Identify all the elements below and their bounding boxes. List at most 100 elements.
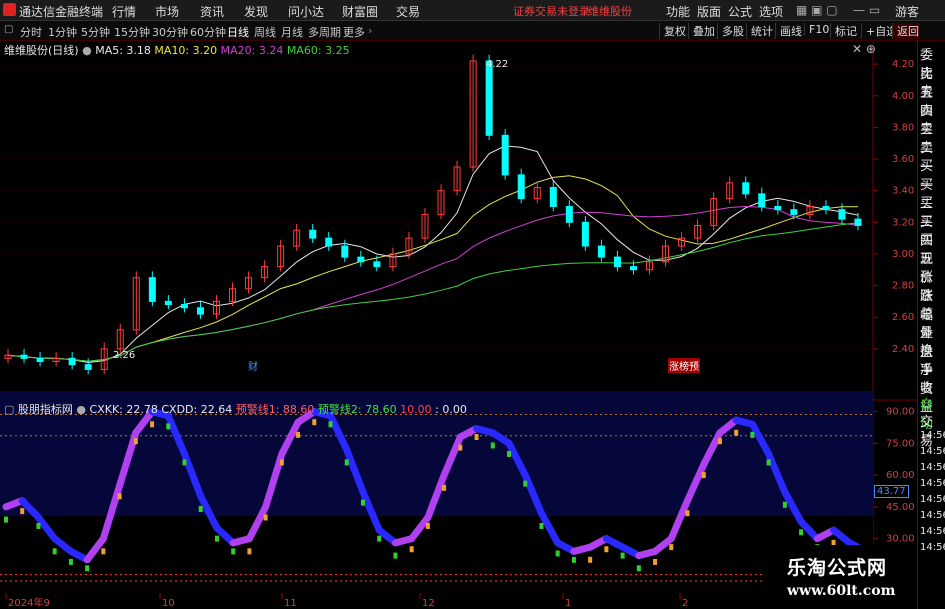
period-daily[interactable]: 日线 — [227, 24, 249, 40]
guest-label[interactable]: 游客 — [895, 3, 919, 20]
step-mark-up — [458, 444, 463, 451]
step-mark-down — [782, 501, 787, 508]
candle-down — [581, 221, 589, 247]
tool-huaxian[interactable]: 画线 — [775, 23, 802, 39]
tick-time: 14:56 — [920, 510, 945, 521]
tool-tongji[interactable]: 统计 — [746, 23, 773, 39]
step-mark-up — [133, 438, 138, 445]
tick-time: 14:56 — [920, 462, 945, 473]
period-60min[interactable]: 60分钟 — [190, 24, 226, 40]
indicator-settings-icon[interactable]: ● — [76, 403, 86, 416]
period-15min[interactable]: 15分钟 — [114, 24, 150, 40]
period-5min[interactable]: 5分钟 — [81, 24, 110, 40]
tool-biaoji[interactable]: 标记 — [830, 23, 857, 39]
step-mark-up — [312, 419, 317, 426]
indicator-title[interactable]: 股朋指标网 — [18, 403, 73, 416]
candle-down — [565, 206, 573, 223]
price-tick-label: 3.80 — [892, 122, 914, 133]
main-legend: 维维股份(日线) ● MA5: 3.18 MA10: 3.20 MA20: 3.… — [4, 42, 350, 58]
candle-down — [758, 193, 766, 208]
menu-item-caifuquan[interactable]: 财富圈 — [342, 3, 378, 20]
chart-canvas[interactable]: 4.20 4.00 3.80 3.60 3.40 3.20 3.00 2.80 2.60 2.40… — [0, 41, 917, 609]
step-mark-down — [328, 421, 333, 428]
watermark: 乐淘公式网 www.60lt.com — [765, 545, 917, 609]
back-button[interactable]: 返回 — [892, 23, 919, 39]
menu-item-xuanxiang[interactable]: 选项 — [759, 3, 783, 20]
menu-item-shichang[interactable]: 市场 — [155, 3, 179, 20]
collapse-icon[interactable]: ▢ — [4, 24, 13, 35]
tool-f10[interactable]: F10 — [804, 23, 829, 36]
candle-down — [373, 261, 381, 268]
app-logo-icon — [3, 3, 16, 16]
step-mark-up — [247, 548, 252, 555]
period-more[interactable]: 更多 — [343, 24, 365, 40]
toolbar-icons[interactable]: ▦ ▣ ▢ — [796, 3, 838, 17]
menu-item-hangqing[interactable]: 行情 — [112, 3, 136, 20]
price-tick-label: 4.20 — [892, 59, 914, 70]
period-monthly[interactable]: 月线 — [281, 24, 303, 40]
menu-item-jiaoyi[interactable]: 交易 — [396, 3, 420, 20]
candle-down — [20, 354, 28, 359]
candle-down — [854, 218, 862, 226]
candle-down — [84, 364, 92, 370]
candle-down — [357, 256, 365, 263]
menu-item-gongshi[interactable]: 公式 — [728, 3, 752, 20]
step-mark-down — [636, 565, 641, 572]
candle-down — [341, 245, 349, 258]
indicator-collapse-icon[interactable]: ▢ — [4, 403, 14, 416]
indicator-tick-label: 90.00 — [886, 407, 915, 418]
stock-label: 维维股份(日线) — [4, 44, 79, 57]
step-mark-down — [750, 431, 755, 438]
period-1min[interactable]: 1分钟 — [48, 24, 77, 40]
candle-down — [196, 307, 204, 315]
indicator-tick-label: 60.00 — [886, 470, 915, 481]
price-tick-label: 4.00 — [892, 91, 914, 102]
candle-down — [485, 60, 493, 136]
candle-down — [164, 300, 172, 306]
chevron-right-icon[interactable]: › — [368, 24, 372, 37]
indicator-tick-label: 45.00 — [886, 502, 915, 513]
menu-item-banmian[interactable]: 版面 — [697, 3, 721, 20]
ma60-label: MA60: 3.25 — [286, 44, 350, 57]
candle-down — [148, 277, 156, 302]
current-stock-name: 维维股份 — [588, 5, 632, 18]
menu-item-gongneng[interactable]: 功能 — [666, 3, 690, 20]
high-price-marker: 4.22 — [486, 59, 509, 70]
step-mark-down — [555, 550, 560, 557]
step-mark-up — [409, 546, 414, 553]
close-icon[interactable]: ✕ ⊕ — [852, 42, 876, 56]
finance-badge[interactable]: 财 — [248, 358, 258, 373]
menu-item-faxian[interactable]: 发现 — [244, 3, 268, 20]
period-weekly[interactable]: 周线 — [254, 24, 276, 40]
step-mark-down — [166, 423, 171, 430]
time-tick-label: 2024年9 — [8, 596, 50, 609]
step-mark-up — [653, 558, 658, 565]
login-status[interactable]: 证券交易未登录 — [513, 3, 590, 19]
menu-item-zixun[interactable]: 资讯 — [200, 3, 224, 20]
tick-time: 14:56 — [920, 430, 945, 441]
period-multi[interactable]: 多周期 — [308, 24, 341, 40]
period-fenshi[interactable]: 分时 — [20, 24, 42, 40]
period-30min[interactable]: 30分钟 — [152, 24, 188, 40]
candle-down — [36, 357, 44, 363]
tool-diejia[interactable]: 叠加 — [688, 23, 715, 39]
price-tick-label: 2.60 — [892, 312, 914, 323]
step-mark-up — [669, 544, 674, 551]
price-tick-label: 3.00 — [892, 249, 914, 260]
step-mark-up — [442, 484, 447, 491]
menu-item-wenxiaoda[interactable]: 问小达 — [288, 3, 324, 20]
price-panel-bg — [0, 41, 917, 399]
step-mark-up — [20, 508, 25, 515]
current-value-tag: 43.77 — [874, 485, 909, 498]
tick-time: 14:56 — [920, 446, 945, 457]
tool-duogu[interactable]: 多股 — [717, 23, 744, 39]
window-controls[interactable]: — ▭ — [853, 3, 880, 17]
warning-badge-text: 预 — [689, 362, 699, 373]
tool-fuquan[interactable]: 复权 — [659, 23, 686, 39]
indicator-legend: ▢ 股朋指标网 ● CXKK: 22.78 CXDD: 22.64 预警线1: … — [4, 401, 467, 417]
step-mark-down — [799, 529, 804, 536]
step-mark-down — [377, 535, 382, 542]
settings-circle-icon[interactable]: ● — [82, 44, 92, 57]
step-mark-down — [68, 558, 73, 565]
limit-up-badge[interactable]: 涨榜预 — [668, 358, 700, 373]
